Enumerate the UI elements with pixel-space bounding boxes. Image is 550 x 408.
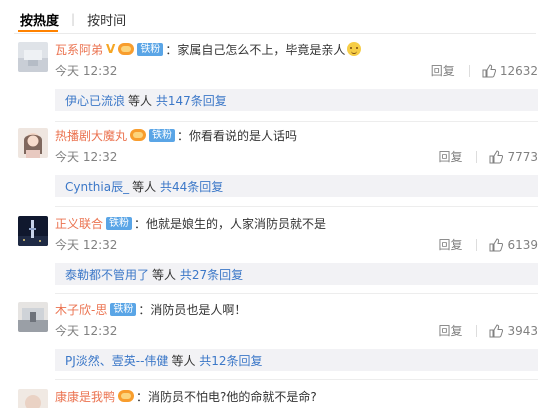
vip-crown-icon [130,129,147,141]
comment-username[interactable]: 康康是我鸭 [55,388,115,405]
sub-reply-user[interactable]: 伊心已流浪 [65,92,125,109]
like-count: 12632 [499,63,538,78]
action-separator [468,64,470,77]
avatar[interactable] [18,42,48,72]
like-button[interactable]: 3943 [489,324,538,338]
sub-replies-box: 泰勒都不管用了 等人 共27条回复 [55,263,538,285]
avatar[interactable] [18,302,48,332]
action-separator [476,324,478,337]
comment-text: 他就是娘生的，人家消防员就不是 [146,216,327,231]
sort-by-hot[interactable]: 按热度 [18,10,61,29]
more-replies-link[interactable]: 共44条回复 [160,180,223,194]
more-replies-link[interactable]: 共27条回复 [180,268,243,282]
vip-crown-icon [118,43,135,55]
fan-badge: 铁粉 [149,128,176,142]
sub-reply-etc: 等人 [128,93,153,108]
comment-time: 今天 12:32 [55,324,118,338]
comment-text: 消防员也是人啊！ [150,302,247,317]
vip-crown-icon [118,390,135,402]
fan-badge: 铁粉 [137,42,164,56]
comment-divider [55,293,538,294]
sub-reply-user[interactable]: 泰勒都不管用了 [65,266,149,283]
comment-username[interactable]: 瓦系阿弟 [55,41,103,58]
sort-separator: | [71,12,76,26]
comment-time: 今天 12:32 [55,150,118,164]
avatar[interactable] [18,389,48,408]
comment-text-prefix: ： [177,128,190,143]
avatar[interactable] [18,216,48,246]
comment-username[interactable]: 木子欣-思 [55,301,107,318]
comment-text: 你看看说的是人话吗 [189,128,298,143]
smile-emoji-icon [347,42,362,56]
comment-username[interactable]: 热播剧大魔丸 [55,127,127,144]
thumbs-up-icon [489,323,504,337]
avatar[interactable] [18,128,48,158]
reply-button[interactable]: 回复 [438,236,462,253]
comment-text-prefix: ： [165,42,178,57]
comment-text: 家属自己怎么不上，毕竟是亲人 [177,42,346,57]
sub-replies-box: Cynthia辰_ 等人 共44条回复 [55,175,538,197]
thumbs-up-icon [489,237,504,251]
reply-button[interactable]: 回复 [438,322,462,339]
like-button[interactable]: 7773 [489,150,538,164]
like-button[interactable]: 6139 [489,238,538,252]
comment-divider [55,379,538,380]
comment-time: 今天 12:32 [55,238,118,252]
comment-text-prefix: ： [136,389,149,404]
more-replies-link[interactable]: 共12条回复 [199,354,262,368]
comment-username[interactable]: 正义联合 [55,215,103,232]
comment-divider [55,121,538,122]
sub-replies-box: PJ淡然、壹英--伟健 等人 共12条回复 [55,349,538,371]
sub-replies-box: 伊心已流浪 等人 共147条回复 [55,89,538,111]
verified-v-icon: V [106,42,116,56]
reply-button[interactable]: 回复 [431,62,455,79]
sort-bar: 按热度 | 按时间 [18,8,128,30]
like-count: 7773 [507,149,538,164]
like-count: 6139 [507,237,538,252]
action-separator [476,150,478,163]
sub-reply-etc: 等人 [132,179,157,194]
comment-text-prefix: ： [134,216,147,231]
thumbs-up-icon [482,63,496,77]
sub-reply-etc: 等人 [152,267,177,282]
active-sort-indicator [18,30,58,32]
sub-reply-user[interactable]: PJ淡然、壹英--伟健 [65,352,168,369]
comment-text-prefix: ： [138,302,151,317]
fan-badge: 铁粉 [106,216,133,230]
action-separator [476,238,478,251]
like-button[interactable]: 12632 [482,64,538,78]
like-count: 3943 [507,323,538,338]
reply-button[interactable]: 回复 [438,148,462,165]
sub-reply-user[interactable]: Cynthia辰_ [65,178,129,195]
comment-divider [55,206,538,207]
thumbs-up-icon [489,149,504,163]
sub-reply-etc: 等人 [171,353,196,368]
comment-time: 今天 12:32 [55,64,118,78]
divider [14,33,536,34]
comment-text: 消防员不怕电?他的命就不是命? [148,389,317,404]
fan-badge: 铁粉 [110,302,137,316]
sort-by-time[interactable]: 按时间 [85,10,128,29]
more-replies-link[interactable]: 共147条回复 [156,94,227,108]
